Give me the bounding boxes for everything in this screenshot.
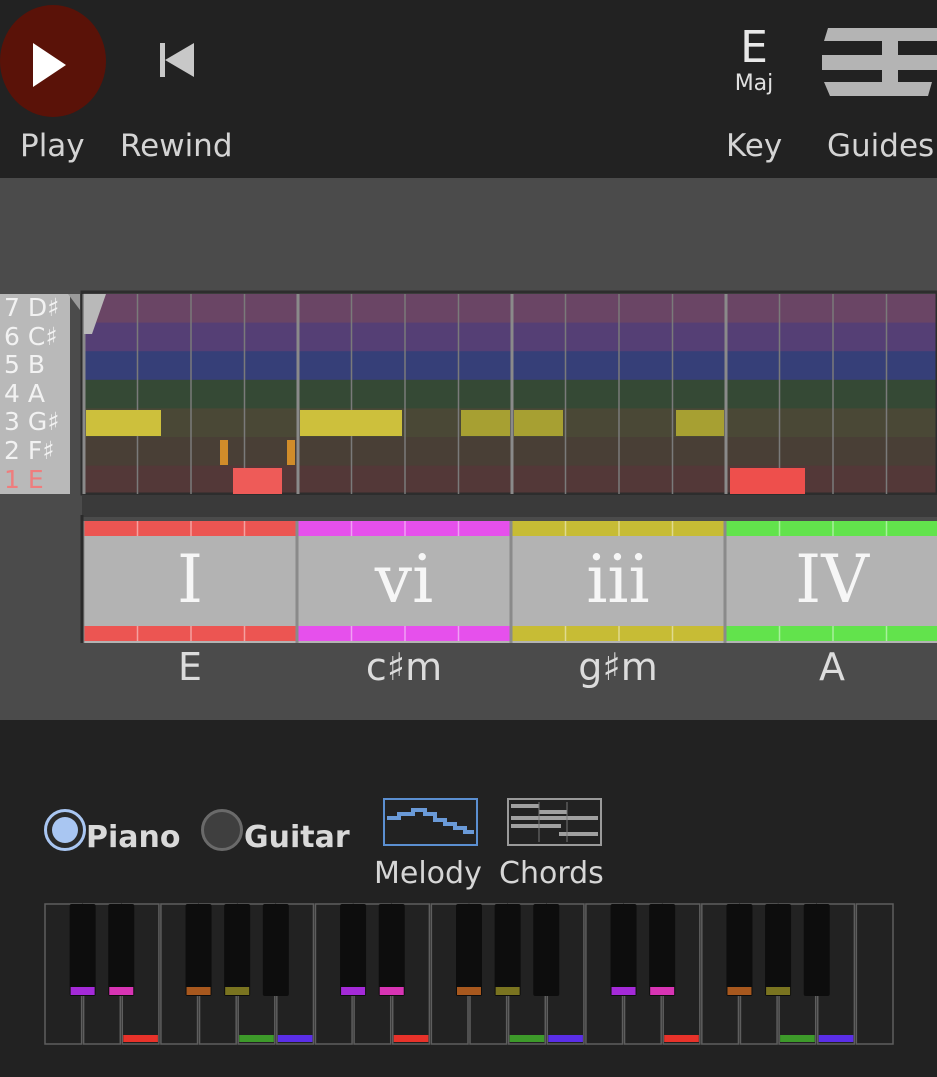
chords-view-button[interactable]: [507, 798, 602, 846]
chord-color-strip-bottom: [298, 626, 510, 641]
melody-note[interactable]: [287, 440, 295, 465]
rewind-button[interactable]: [150, 38, 200, 84]
chord-color-strip-bottom: [512, 626, 724, 641]
piano-black-key[interactable]: [340, 904, 367, 996]
key-highlight: [277, 1035, 313, 1042]
chord-name: g♯m: [578, 645, 658, 689]
piano-label[interactable]: Piano: [86, 820, 180, 855]
chord-blocks-icon: [511, 802, 598, 842]
key-highlight: [548, 1035, 583, 1042]
chord-name: A: [819, 645, 845, 689]
chord-color-strip-top: [84, 521, 296, 536]
key-highlight: [509, 1035, 545, 1042]
key-highlight: [123, 1035, 158, 1042]
piano-black-key[interactable]: [69, 904, 96, 996]
melody-view-button[interactable]: [383, 798, 478, 846]
guitar-label[interactable]: Guitar: [244, 820, 350, 855]
key-value: E: [740, 22, 768, 73]
key-highlight: [650, 987, 675, 995]
melody-note[interactable]: [233, 468, 282, 494]
chord-color-strip-top: [726, 521, 937, 536]
piano-black-key[interactable]: [185, 904, 212, 996]
key-label: Key: [726, 128, 783, 164]
key-highlight: [225, 987, 250, 995]
melody-note[interactable]: [86, 410, 161, 436]
melody-timeline-bar: [82, 495, 937, 517]
radio-selected-dot: [52, 817, 78, 843]
piano-black-key[interactable]: [262, 904, 289, 996]
chord-numeral: IV: [795, 541, 869, 618]
key-highlight: [70, 987, 95, 995]
chord-numeral: iii: [586, 541, 650, 618]
play-button[interactable]: [0, 5, 106, 117]
piano-black-key[interactable]: [649, 904, 676, 996]
piano-black-key[interactable]: [456, 904, 482, 996]
melody-note[interactable]: [300, 410, 402, 436]
key-highlight: [109, 987, 134, 995]
melody-note[interactable]: [676, 410, 724, 436]
piano-keyboard[interactable]: [44, 903, 894, 1048]
chord-color-strip-bottom: [84, 626, 296, 641]
piano-black-key[interactable]: [765, 904, 792, 996]
chords-view-label[interactable]: Chords: [499, 856, 604, 891]
key-highlight: [457, 987, 481, 995]
key-highlight: [186, 987, 211, 995]
key-highlight: [780, 1035, 815, 1042]
piano-radio[interactable]: [44, 809, 86, 851]
piano-black-key[interactable]: [533, 904, 560, 996]
piano-black-key[interactable]: [224, 904, 251, 996]
piano-black-key[interactable]: [726, 904, 753, 996]
melody-note[interactable]: [220, 440, 228, 465]
melody-view-label[interactable]: Melody: [374, 856, 482, 891]
row-label-pointer: [68, 294, 80, 310]
key-highlight: [341, 987, 366, 995]
piano-white-key[interactable]: [855, 903, 894, 1045]
key-highlight: [766, 987, 791, 995]
melody-note[interactable]: [730, 468, 805, 494]
chord-color-strip-top: [512, 521, 724, 536]
chord-color-strip-bottom: [726, 626, 937, 641]
piano-black-key[interactable]: [610, 904, 637, 996]
guides-icon: [822, 28, 937, 96]
piano-black-key[interactable]: [803, 904, 830, 996]
play-label: Play: [20, 128, 85, 164]
key-mode: Maj: [734, 71, 774, 96]
melody-contour-icon: [387, 808, 474, 834]
key-button[interactable]: E Maj: [722, 24, 786, 104]
melody-note[interactable]: [461, 410, 510, 436]
key-highlight: [379, 987, 404, 995]
chord-numeral: I: [176, 541, 204, 618]
rewind-label: Rewind: [120, 128, 233, 164]
guides-label: Guides: [827, 128, 935, 164]
piano-black-key[interactable]: [108, 904, 135, 996]
chord-color-strip-top: [298, 521, 510, 536]
melody-note[interactable]: [514, 410, 563, 436]
key-highlight: [727, 987, 752, 995]
piano-black-key[interactable]: [378, 904, 405, 996]
key-highlight: [495, 987, 520, 995]
key-highlight: [664, 1035, 699, 1042]
chord-numeral: vi: [374, 541, 434, 618]
key-highlight: [611, 987, 636, 995]
key-highlight: [818, 1035, 854, 1042]
chord-name: E: [177, 645, 202, 689]
key-highlight: [239, 1035, 274, 1042]
chord-name: c♯m: [365, 645, 443, 689]
piano-black-key[interactable]: [494, 904, 521, 996]
guitar-radio[interactable]: [201, 809, 243, 851]
play-icon: [33, 43, 66, 87]
key-highlight: [393, 1035, 429, 1042]
melody-grid[interactable]: [0, 290, 937, 520]
guides-button[interactable]: [820, 26, 937, 100]
